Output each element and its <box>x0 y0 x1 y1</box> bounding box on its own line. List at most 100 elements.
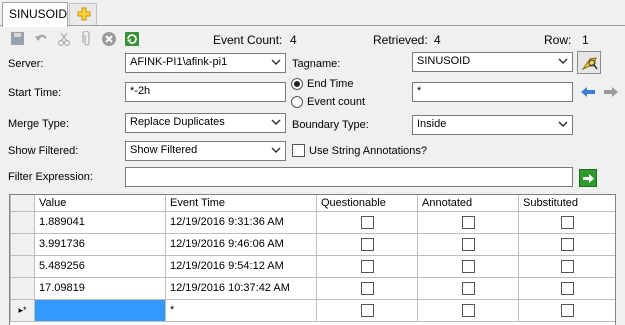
questionable-cell <box>316 254 418 278</box>
questionable-checkbox[interactable] <box>360 303 374 317</box>
annotated-checkbox[interactable] <box>461 303 475 317</box>
table-row[interactable]: 17.09819 12/19/2016 10:37:42 AM <box>10 276 615 300</box>
start-time-input[interactable]: *-2h <box>125 82 286 102</box>
delete-icon[interactable] <box>101 31 117 47</box>
value-cell[interactable]: 1.889041 <box>34 210 166 234</box>
boundary-type-label: Boundary Type: <box>292 119 369 131</box>
annotated-cell <box>417 254 519 278</box>
retrieved-label: Retrieved: <box>373 33 428 47</box>
annotated-checkbox[interactable] <box>461 215 475 229</box>
table-row[interactable]: 1.889041 12/19/2016 9:31:36 AM <box>10 210 615 234</box>
event-count-value: 4 <box>290 33 297 47</box>
refresh-icon[interactable] <box>124 31 140 47</box>
column-header-value[interactable]: Value <box>34 195 166 212</box>
event-time-cell[interactable]: 12/19/2016 9:46:06 AM <box>165 232 317 256</box>
event-count-radio[interactable] <box>291 96 303 108</box>
table-row[interactable]: 3.991736 12/19/2016 9:46:06 AM <box>10 232 615 256</box>
tab-sinusoid[interactable]: SINUSOID <box>2 2 68 27</box>
event-time-cell[interactable]: 12/19/2016 9:54:12 AM <box>165 254 317 278</box>
tag-search-button[interactable] <box>577 51 601 74</box>
annotated-checkbox[interactable] <box>461 259 475 273</box>
string-annotations-checkbox[interactable] <box>292 144 305 157</box>
row-header[interactable] <box>10 276 35 300</box>
show-filtered-value: Show Filtered <box>130 144 198 156</box>
chevron-down-icon <box>271 119 281 126</box>
substituted-checkbox[interactable] <box>561 215 574 229</box>
chevron-down-icon <box>271 59 281 66</box>
show-filtered-label: Show Filtered: <box>8 145 79 157</box>
substituted-checkbox[interactable] <box>561 237 574 251</box>
column-header-event-time[interactable]: Event Time <box>165 195 317 212</box>
annotated-checkbox[interactable] <box>461 281 475 295</box>
chevron-down-icon <box>558 58 568 65</box>
questionable-checkbox[interactable] <box>360 281 374 295</box>
questionable-cell <box>316 298 418 322</box>
column-header-annotated[interactable]: Annotated <box>417 195 519 212</box>
string-annotations-label: Use String Annotations? <box>309 145 428 157</box>
attach-icon[interactable] <box>79 31 95 47</box>
tagname-select[interactable]: SINUSOID <box>412 52 573 72</box>
show-filtered-select[interactable]: Show Filtered <box>125 141 286 161</box>
new-tab-button[interactable] <box>69 3 97 25</box>
boundary-type-value: Inside <box>417 118 447 130</box>
new-row[interactable]: ▸* * <box>10 298 615 322</box>
tagname-label: Tagname: <box>292 58 341 70</box>
end-time-value: * <box>417 85 422 97</box>
retrieved-value: 4 <box>434 33 441 47</box>
new-row-time-cell[interactable]: * <box>165 298 317 322</box>
arrow-right-icon <box>604 87 618 97</box>
annotated-checkbox[interactable] <box>461 237 475 251</box>
questionable-checkbox[interactable] <box>360 259 374 273</box>
table-row[interactable]: 5.489256 12/19/2016 9:54:12 AM <box>10 254 615 278</box>
plus-icon <box>77 7 91 21</box>
column-header-substituted[interactable]: Substituted <box>518 195 615 212</box>
questionable-cell <box>316 276 418 300</box>
row-header[interactable] <box>10 232 35 256</box>
column-header-questionable[interactable]: Questionable <box>316 195 418 212</box>
questionable-checkbox[interactable] <box>360 215 374 229</box>
start-time-value: *-2h <box>130 85 151 97</box>
substituted-cell <box>518 210 615 234</box>
event-count-label: Event Count: <box>213 33 283 47</box>
data-grid[interactable]: Value Event Time Questionable Annotated … <box>9 194 616 325</box>
annotated-cell <box>417 276 519 300</box>
arrow-right-icon <box>583 174 594 183</box>
event-count-option-label: Event count <box>307 96 366 108</box>
save-icon[interactable] <box>10 31 26 47</box>
annotated-cell <box>417 232 519 256</box>
server-label: Server: <box>8 58 44 70</box>
cut-icon[interactable] <box>56 31 72 47</box>
event-time-cell[interactable]: 12/19/2016 9:31:36 AM <box>165 210 317 234</box>
substituted-checkbox[interactable] <box>561 303 574 317</box>
merge-type-label: Merge Type: <box>8 118 69 130</box>
event-time-cell[interactable]: 12/19/2016 10:37:42 AM <box>165 276 317 300</box>
substituted-checkbox[interactable] <box>561 259 574 273</box>
value-cell[interactable]: 5.489256 <box>34 254 166 278</box>
new-row-value-cell[interactable] <box>34 298 166 322</box>
grid-header-row: Value Event Time Questionable Annotated … <box>10 195 615 212</box>
value-cell[interactable]: 3.991736 <box>34 232 166 256</box>
undo-icon[interactable] <box>33 31 49 47</box>
boundary-type-select[interactable]: Inside <box>412 115 573 135</box>
end-time-radio[interactable] <box>291 78 303 90</box>
row-header[interactable] <box>10 254 35 278</box>
substituted-checkbox[interactable] <box>561 281 574 295</box>
start-time-label: Start Time: <box>8 87 62 99</box>
questionable-cell <box>316 210 418 234</box>
arrow-left-icon <box>581 87 595 97</box>
row-header[interactable] <box>10 210 35 234</box>
substituted-cell <box>518 254 615 278</box>
questionable-checkbox[interactable] <box>360 237 374 251</box>
end-time-input[interactable]: * <box>412 82 573 102</box>
filter-expression-input[interactable] <box>125 167 573 187</box>
apply-filter-button[interactable] <box>579 169 597 187</box>
next-button[interactable] <box>601 82 621 102</box>
server-select[interactable]: AFINK-PI1\afink-pi1 <box>125 53 286 73</box>
value-cell[interactable]: 17.09819 <box>34 276 166 300</box>
previous-button[interactable] <box>578 82 598 102</box>
chevron-down-icon <box>558 121 568 128</box>
annotated-cell <box>417 210 519 234</box>
merge-type-select[interactable]: Replace Duplicates <box>125 113 286 133</box>
substituted-cell <box>518 276 615 300</box>
new-row-marker: ▸* <box>10 298 35 322</box>
